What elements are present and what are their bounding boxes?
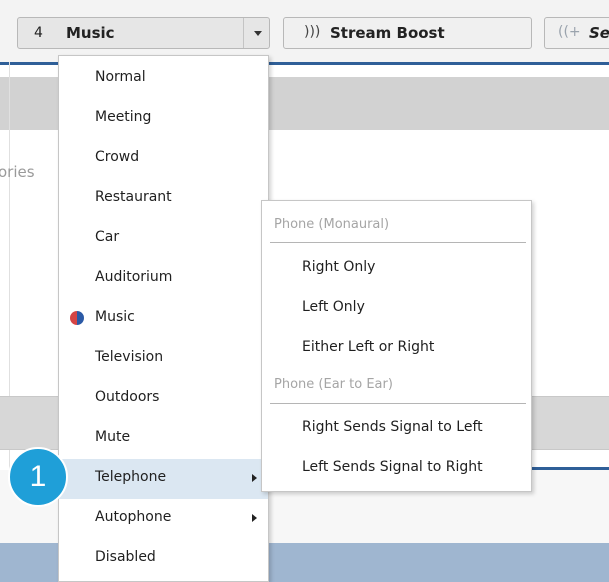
submenu-header-monaural: Phone (Monaural) — [274, 217, 390, 232]
toolbar: 4 Music ))) Stream Boost ((+ Se — [0, 0, 609, 62]
chevron-right-icon — [252, 514, 257, 522]
telephone-submenu: Phone (Monaural) Right Only Left Only Ei… — [261, 200, 532, 492]
menu-item-label: Music — [95, 309, 135, 325]
side-label: ories — [0, 163, 35, 181]
submenu-item-either[interactable]: Either Left or Right — [302, 339, 434, 355]
program-number: 4 — [34, 25, 43, 41]
menu-item-label: Meeting — [95, 109, 152, 125]
menu-item-car[interactable]: Car — [59, 219, 268, 259]
chevron-right-icon — [252, 474, 257, 482]
submenu-divider — [270, 403, 526, 404]
menu-item-label: Television — [95, 349, 164, 365]
submenu-item-left-only[interactable]: Left Only — [302, 299, 365, 315]
chevron-down-icon[interactable] — [243, 18, 271, 48]
sound-wave-icon: ))) — [304, 24, 321, 40]
submenu-divider — [270, 242, 526, 243]
submenu-item-right-only[interactable]: Right Only — [302, 259, 375, 275]
menu-item-auditorium[interactable]: Auditorium — [59, 259, 268, 299]
menu-item-restaurant[interactable]: Restaurant — [59, 179, 268, 219]
menu-item-normal[interactable]: Normal — [59, 59, 268, 99]
menu-item-mute[interactable]: Mute — [59, 419, 268, 459]
menu-item-television[interactable]: Television — [59, 339, 268, 379]
selected-program-icon — [70, 311, 84, 325]
menu-item-outdoors[interactable]: Outdoors — [59, 379, 268, 419]
menu-item-label: Auditorium — [95, 269, 173, 285]
submenu-item-left-to-right[interactable]: Left Sends Signal to Right — [302, 459, 483, 475]
menu-item-telephone[interactable]: Telephone — [59, 459, 268, 499]
menu-item-label: Crowd — [95, 149, 140, 165]
menu-item-label: Disabled — [95, 549, 156, 565]
menu-item-label: Mute — [95, 429, 131, 445]
submenu-header-ear-to-ear: Phone (Ear to Ear) — [274, 377, 393, 392]
menu-item-label: Outdoors — [95, 389, 160, 405]
menu-item-label: Normal — [95, 69, 146, 85]
stream-boost-label: Stream Boost — [330, 24, 445, 42]
menu-item-crowd[interactable]: Crowd — [59, 139, 268, 179]
stream-boost-button[interactable]: ))) Stream Boost — [283, 17, 532, 49]
menu-item-label: Telephone — [95, 469, 167, 485]
menu-item-label: Car — [95, 229, 120, 245]
program-select[interactable]: 4 Music — [17, 17, 270, 49]
menu-item-label: Autophone — [95, 509, 172, 525]
settings-button-label: Se — [589, 24, 609, 42]
ear-plus-icon: ((+ — [558, 24, 581, 40]
submenu-item-right-to-left[interactable]: Right Sends Signal to Left — [302, 419, 483, 435]
menu-item-meeting[interactable]: Meeting — [59, 99, 268, 139]
program-name: Music — [66, 24, 115, 42]
step-callout-badge: 1 — [8, 447, 68, 507]
menu-item-autophone[interactable]: Autophone — [59, 499, 268, 539]
program-menu: Normal Meeting Crowd Restaurant Car Audi… — [58, 55, 269, 582]
menu-item-label: Restaurant — [95, 189, 172, 205]
menu-item-disabled[interactable]: Disabled — [59, 539, 268, 579]
menu-item-music[interactable]: Music — [59, 299, 268, 339]
settings-button[interactable]: ((+ Se — [544, 17, 609, 49]
